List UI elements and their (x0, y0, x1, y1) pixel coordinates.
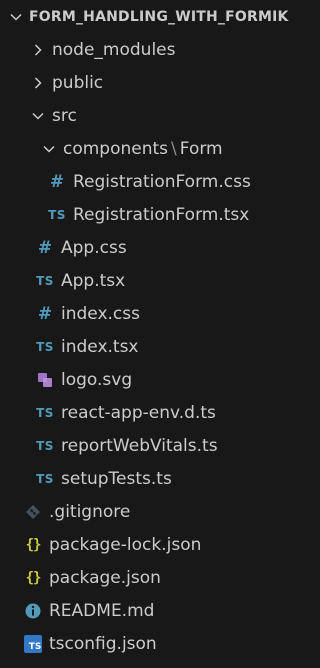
tree-item-label: logo.svg (61, 369, 133, 390)
tsconfig-icon-text: TS (28, 641, 42, 652)
root-folder-title: FORM_HANDLING_WITH_FORMIK (29, 8, 289, 25)
explorer-root-header[interactable]: FORM_HANDLING_WITH_FORMIK (0, 0, 313, 33)
tree-item-node-modules[interactable]: node_modules (0, 33, 313, 66)
tree-item-readme[interactable]: README.md (0, 594, 313, 627)
tree-item-label: index.tsx (61, 336, 139, 357)
css-hash-icon: # (37, 303, 53, 324)
json-braces-icon: {} (25, 569, 42, 586)
tree-item-registrationform-css[interactable]: # RegistrationForm.css (0, 165, 313, 198)
tree-item-label: RegistrationForm.tsx (73, 204, 250, 225)
tree-item-label: setupTests.ts (61, 468, 172, 489)
typescript-icon: TS (48, 207, 66, 222)
tree-item-label: App.tsx (61, 270, 126, 291)
chevron-right-icon (27, 72, 49, 94)
tree-item-package-json[interactable]: {} package.json (0, 561, 313, 594)
svg-image-icon (33, 368, 57, 392)
tree-item-label: src (52, 105, 77, 126)
tree-item-label: node_modules (52, 39, 176, 60)
typescript-icon: TS (36, 405, 54, 420)
tree-item-app-css[interactable]: # App.css (0, 231, 313, 264)
typescript-icon: TS (36, 471, 54, 486)
chevron-right-icon (27, 39, 49, 61)
chevron-down-icon (38, 138, 60, 160)
tsconfig-icon: TS (21, 632, 45, 656)
typescript-icon: TS (36, 438, 54, 453)
json-braces-icon: {} (25, 536, 42, 553)
typescript-icon: TS (36, 339, 54, 354)
tree-item-label: RegistrationForm.css (73, 171, 251, 192)
chevron-down-icon (27, 105, 49, 127)
tree-item-components-form[interactable]: components \ Form (0, 132, 313, 165)
tree-item-label: index.css (61, 303, 140, 324)
tree-item-tsconfig[interactable]: TS tsconfig.json (0, 627, 313, 660)
tree-item-label: package-lock.json (49, 534, 202, 555)
tree-item-index-tsx[interactable]: TS index.tsx (0, 330, 313, 363)
tree-item-app-tsx[interactable]: TS App.tsx (0, 264, 313, 297)
tree-item-gitignore[interactable]: .gitignore (0, 495, 313, 528)
tree-item-reportwebvitals[interactable]: TS reportWebVitals.ts (0, 429, 313, 462)
tree-item-index-css[interactable]: # index.css (0, 297, 313, 330)
typescript-icon: TS (36, 273, 54, 288)
path-separator: \ (171, 138, 177, 159)
tree-item-label: README.md (49, 600, 155, 621)
tree-item-label: App.css (61, 237, 127, 258)
tree-item-public[interactable]: public (0, 66, 313, 99)
tree-item-label: components (63, 138, 169, 159)
tree-item-label: tsconfig.json (49, 633, 157, 654)
tree-item-label: .gitignore (49, 501, 131, 522)
tree-item-logo-svg[interactable]: logo.svg (0, 363, 313, 396)
tree-item-package-lock-json[interactable]: {} package-lock.json (0, 528, 313, 561)
tree-item-label: public (52, 72, 104, 93)
git-diamond-icon (21, 500, 45, 524)
tree-item-label-compact: Form (179, 138, 223, 159)
tree-item-label: react-app-env.d.ts (61, 402, 216, 423)
tree-item-setuptests[interactable]: TS setupTests.ts (0, 462, 313, 495)
tree-item-react-app-env[interactable]: TS react-app-env.d.ts (0, 396, 313, 429)
info-icon (21, 599, 45, 623)
tree-item-src[interactable]: src (0, 99, 313, 132)
tree-item-label: reportWebVitals.ts (61, 435, 218, 456)
css-hash-icon: # (37, 237, 53, 258)
tree-item-label: package.json (49, 567, 161, 588)
tree-item-registrationform-tsx[interactable]: TS RegistrationForm.tsx (0, 198, 313, 231)
css-hash-icon: # (49, 171, 65, 192)
file-explorer: FORM_HANDLING_WITH_FORMIK node_modules p… (0, 0, 313, 668)
chevron-down-icon (5, 6, 27, 28)
